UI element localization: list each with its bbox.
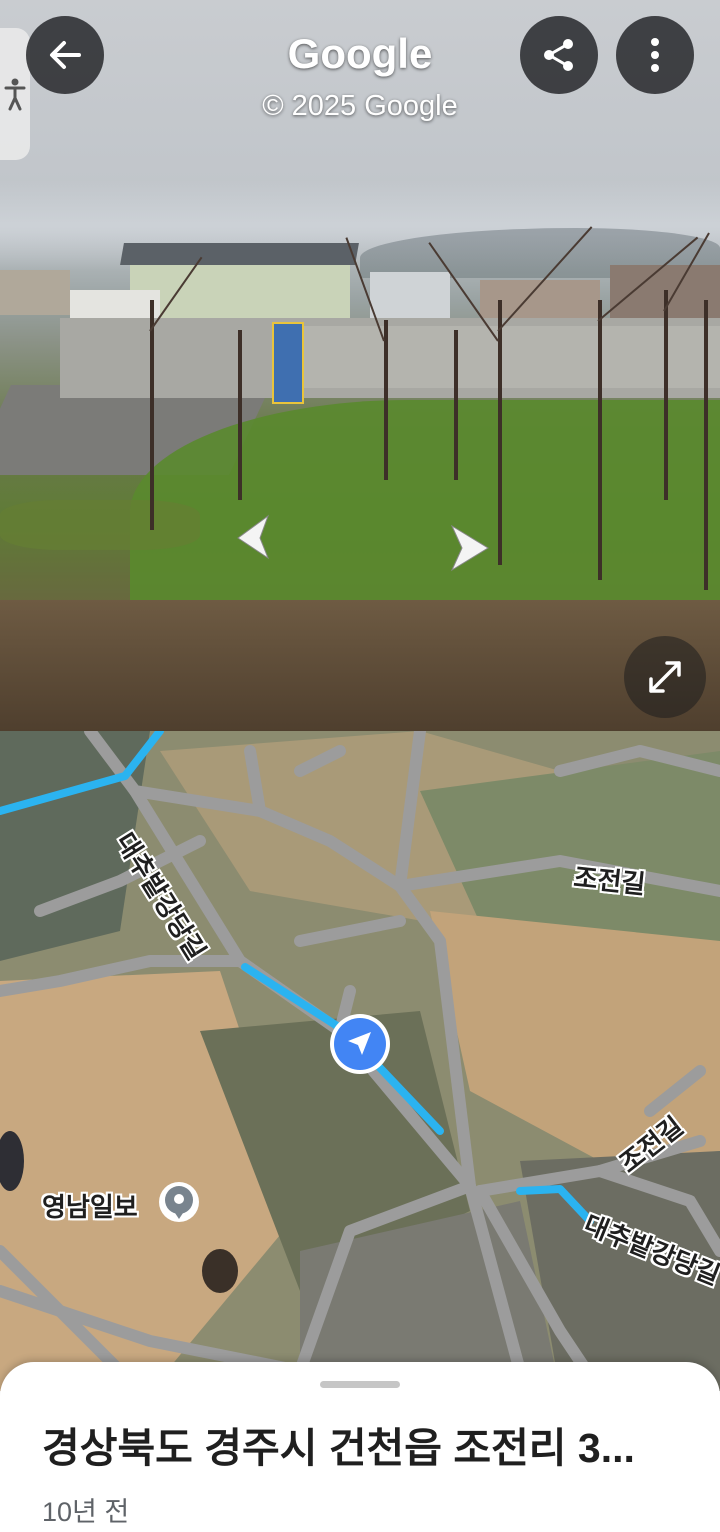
more-vertical-icon [651, 38, 659, 72]
tree [454, 330, 458, 480]
tree [704, 300, 708, 590]
house [370, 272, 450, 320]
map-view[interactable]: 대추밭강당길 조전길 조전길 대추밭강당길 영남일보 [0, 731, 720, 1391]
more-options-button[interactable] [616, 16, 694, 94]
share-button[interactable] [520, 16, 598, 94]
street-view-title: Google [287, 30, 433, 77]
road-label: 조전길 [572, 862, 647, 900]
chevron-right-icon[interactable] [440, 518, 500, 578]
copyright-text: © 2025 Google [262, 90, 458, 122]
tree [664, 290, 668, 500]
tree [384, 320, 388, 480]
street-view-panorama[interactable]: Google © 2025 Google [0, 0, 720, 731]
house-roof [120, 243, 359, 265]
signboard [272, 322, 304, 404]
bottom-sheet[interactable]: 경상북도 경주시 건천읍 조전리 3... 10년 전 [0, 1362, 720, 1532]
share-icon [544, 39, 573, 71]
expand-button[interactable] [624, 636, 706, 718]
house [0, 270, 70, 315]
sheet-drag-handle[interactable] [320, 1381, 400, 1388]
grass-patch [0, 500, 200, 550]
chevron-left-icon[interactable] [228, 508, 288, 568]
poi-label[interactable]: 영남일보 [42, 1187, 138, 1224]
capture-date: 10년 전 [42, 1497, 130, 1527]
place-pin-icon[interactable] [156, 1179, 202, 1225]
address-title: 경상북도 경주시 건천읍 조전리 3... [42, 1425, 635, 1471]
dirt-ground [0, 600, 720, 731]
location-arrow-icon[interactable] [327, 1011, 393, 1077]
wall [300, 326, 720, 388]
expand-icon [649, 661, 681, 693]
tree [150, 300, 154, 530]
tree [598, 300, 602, 580]
tree [238, 330, 242, 500]
